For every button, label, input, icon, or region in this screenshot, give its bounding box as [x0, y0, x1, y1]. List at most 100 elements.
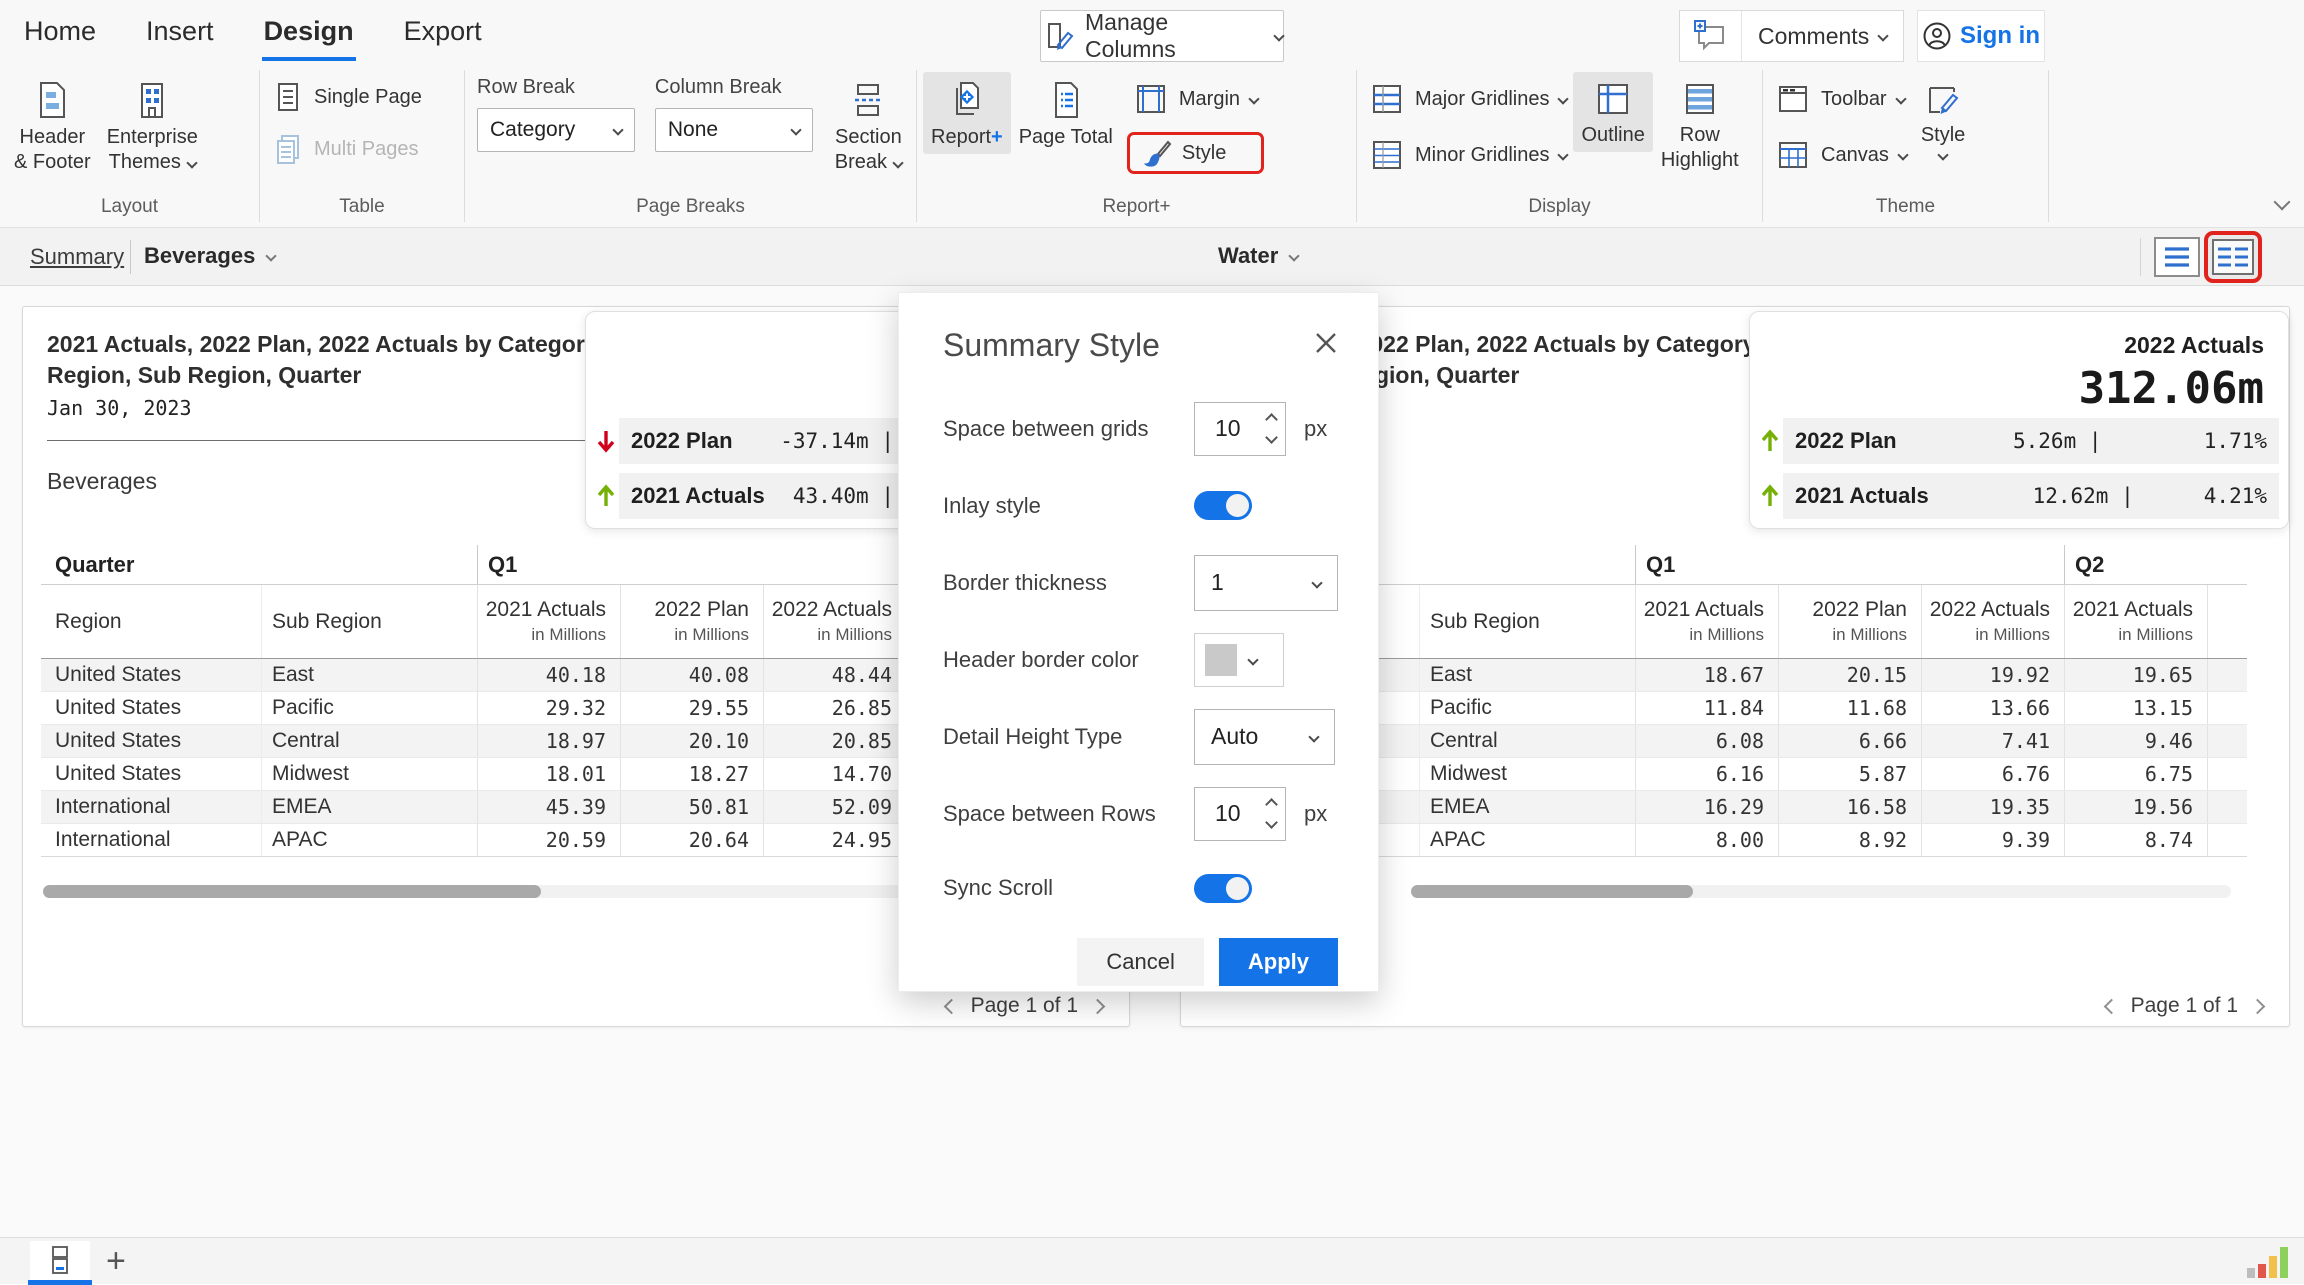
- metric-header: 2022 Planin Millions: [1778, 585, 1921, 658]
- cell-value: 11.84: [1635, 692, 1778, 724]
- chevron-down-icon: [1897, 149, 1908, 160]
- horizontal-scrollbar[interactable]: [43, 885, 933, 898]
- previous-page-icon[interactable]: [2103, 998, 2119, 1014]
- cell-value: 24.95: [763, 824, 906, 856]
- right-kpi-card: 2022 Actuals 312.06m 2022 Plan 5.26m | 1…: [1749, 311, 2289, 529]
- divider: [130, 240, 131, 274]
- cell-value: 48.44: [763, 659, 906, 691]
- major-gridlines-button[interactable]: Major Gridlines: [1363, 76, 1573, 122]
- table-row: United States East 40.18 40.08 48.44: [41, 659, 966, 692]
- cell-sub-region: East: [261, 659, 477, 691]
- two-column-view-button[interactable]: [2204, 231, 2262, 283]
- tab-design[interactable]: Design: [262, 8, 356, 61]
- cell-sub-region: Midwest: [261, 758, 477, 790]
- cell-value: 50.81: [620, 791, 763, 823]
- button-label: Style: [1921, 123, 1965, 148]
- tab-beverages[interactable]: Beverages: [144, 243, 275, 269]
- comment-add-icon: [1680, 11, 1742, 61]
- report-canvas: 2021 Actuals, 2022 Plan, 2022 Actuals by…: [0, 286, 2304, 1237]
- section-break-button[interactable]: Section Break: [827, 72, 910, 179]
- tab-home[interactable]: Home: [22, 8, 98, 61]
- row-highlight-button[interactable]: Row Highlight: [1653, 72, 1747, 177]
- cell-value: 52.09: [763, 791, 906, 823]
- previous-page-icon[interactable]: [943, 998, 959, 1014]
- row-highlight-icon: [1681, 80, 1719, 123]
- outline-button[interactable]: Outline: [1573, 72, 1652, 152]
- minor-gridlines-button[interactable]: Minor Gridlines: [1363, 132, 1573, 178]
- single-page-button[interactable]: Single Page: [266, 76, 428, 118]
- group-display: Major Gridlines Minor Gridlines: [1357, 70, 1763, 222]
- spinner-down-icon[interactable]: [1265, 431, 1278, 444]
- report-plus-button[interactable]: Report+: [923, 72, 1011, 154]
- kpi-value: 12.62m |: [1929, 484, 2134, 508]
- add-page-button[interactable]: +: [106, 1238, 126, 1284]
- style-button[interactable]: Style: [1127, 132, 1264, 174]
- tab-beverages-label: Beverages: [144, 243, 255, 269]
- spinner-down-icon[interactable]: [1265, 816, 1278, 829]
- active-tab-indicator: [28, 1280, 92, 1285]
- header-footer-icon: [33, 80, 71, 125]
- cell-value: 20.64: [620, 824, 763, 856]
- cancel-button[interactable]: Cancel: [1077, 938, 1203, 986]
- scrollbar-thumb[interactable]: [1411, 885, 1693, 898]
- margin-button[interactable]: Margin: [1127, 76, 1264, 122]
- tab-summary[interactable]: Summary: [30, 244, 124, 270]
- border-thickness-select[interactable]: 1: [1194, 555, 1338, 611]
- enterprise-themes-button[interactable]: Enterprise Themes: [99, 72, 206, 179]
- cell-sub-region: Midwest: [1419, 758, 1635, 790]
- group-theme: Toolbar Canvas Style: [1763, 70, 2049, 222]
- active-page-tab[interactable]: [30, 1241, 90, 1280]
- group-label-table: Table: [260, 196, 464, 218]
- spinner-up-icon[interactable]: [1265, 413, 1278, 426]
- row-break-value: Category: [490, 118, 575, 142]
- row-break-select[interactable]: Category: [477, 108, 635, 152]
- horizontal-scrollbar[interactable]: [1411, 885, 2231, 898]
- apply-button[interactable]: Apply: [1219, 938, 1338, 986]
- field-label: Header border color: [943, 647, 1194, 673]
- quarter-header: Quarter: [41, 545, 477, 584]
- next-page-icon[interactable]: [2250, 998, 2266, 1014]
- close-icon[interactable]: [1312, 329, 1340, 357]
- space-between-grids-input[interactable]: 10: [1194, 402, 1286, 456]
- inlay-style-toggle[interactable]: [1194, 491, 1252, 520]
- kpi-row: 2022 Plan 5.26m | 1.71%: [1756, 418, 2279, 464]
- toolbar-button[interactable]: Toolbar: [1769, 76, 1913, 122]
- sub-region-header: Sub Region: [1419, 585, 1635, 658]
- cell-region: United States: [41, 758, 261, 790]
- spacer-cell: [2207, 824, 2247, 856]
- single-column-view-button[interactable]: [2154, 237, 2200, 277]
- cell-sub-region: Central: [1419, 725, 1635, 757]
- field-value: Auto: [1211, 723, 1258, 750]
- manage-columns-button[interactable]: Manage Columns: [1040, 10, 1284, 62]
- header-border-color-picker[interactable]: [1194, 633, 1284, 687]
- field-value: 10: [1215, 800, 1241, 827]
- header-footer-button[interactable]: Header & Footer: [6, 72, 99, 179]
- spacer-cell: [2207, 585, 2247, 658]
- multi-pages-button[interactable]: Multi Pages: [266, 128, 428, 170]
- space-between-rows-input[interactable]: 10: [1194, 787, 1286, 841]
- group-label-report-plus: Report+: [917, 196, 1356, 218]
- canvas-button[interactable]: Canvas: [1769, 132, 1913, 178]
- page-total-button[interactable]: Page Total: [1011, 72, 1121, 154]
- cell-value: 19.35: [1921, 791, 2064, 823]
- comments-button[interactable]: Comments: [1679, 10, 1904, 62]
- cell-value: 9.39: [1921, 824, 2064, 856]
- left-page-navigator: Page 1 of 1: [946, 994, 1103, 1018]
- group-label-theme: Theme: [1763, 196, 2048, 218]
- unit-label: px: [1304, 801, 1327, 827]
- metric-header: 2021 Actualsin Millions: [477, 585, 620, 658]
- theme-style-button[interactable]: Style: [1913, 72, 1973, 163]
- tab-insert[interactable]: Insert: [144, 8, 216, 61]
- spinner-up-icon[interactable]: [1265, 798, 1278, 811]
- column-break-select[interactable]: None: [655, 108, 813, 152]
- scrollbar-thumb[interactable]: [43, 885, 541, 898]
- tab-export[interactable]: Export: [402, 8, 484, 61]
- sync-scroll-toggle[interactable]: [1194, 874, 1252, 903]
- next-page-icon[interactable]: [1090, 998, 1106, 1014]
- sign-in-button[interactable]: Sign in: [1917, 10, 2045, 62]
- cell-value: 13.15: [2064, 692, 2207, 724]
- detail-height-type-select[interactable]: Auto: [1194, 709, 1335, 765]
- button-label: Report: [931, 126, 991, 148]
- tab-water[interactable]: Water: [1218, 243, 1298, 269]
- field-label: Detail Height Type: [943, 724, 1194, 750]
